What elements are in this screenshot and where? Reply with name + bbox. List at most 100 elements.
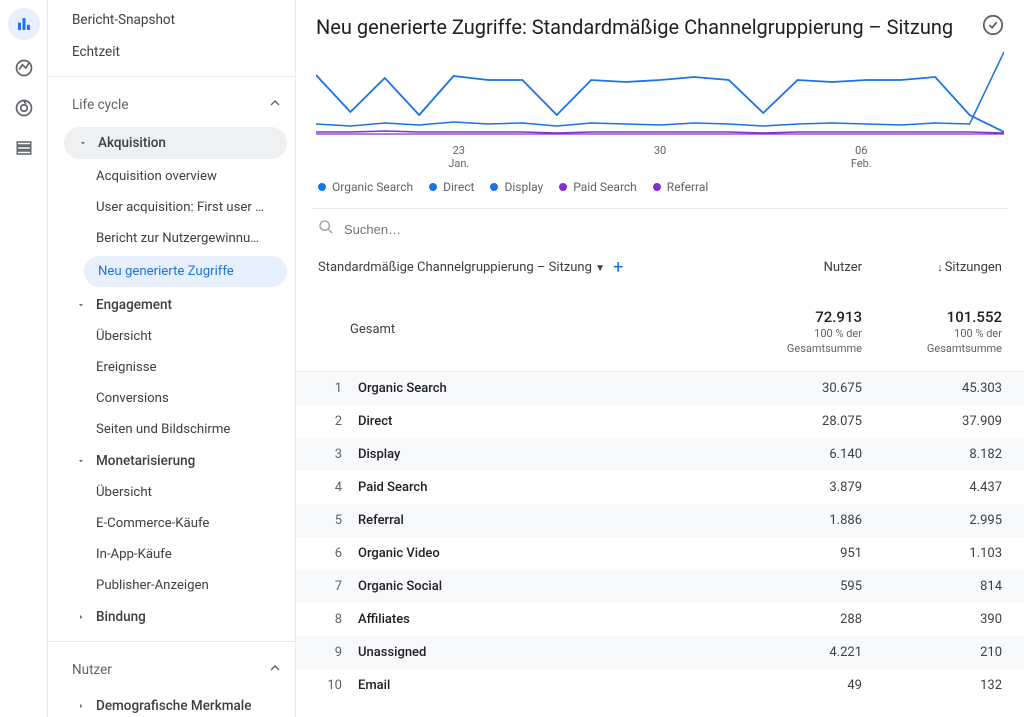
- sidebar-item[interactable]: Echtzeit: [48, 36, 295, 68]
- row-label: Direct: [358, 414, 722, 429]
- row-number: 6: [318, 546, 342, 561]
- table-row[interactable]: 10Email49132: [296, 669, 1024, 702]
- dimension-selector[interactable]: Standardmäßige Channelgruppierung – Sitz…: [318, 260, 605, 275]
- sidebar-group[interactable]: Akquisition: [64, 127, 287, 159]
- legend-item[interactable]: Organic Search: [318, 180, 413, 194]
- row-number: 5: [318, 513, 342, 528]
- table-row[interactable]: 5Referral1.8862.995: [296, 504, 1024, 537]
- row-users: 1.886: [722, 513, 862, 528]
- sidebar-group[interactable]: Bindung: [48, 601, 295, 633]
- reports-icon[interactable]: [8, 8, 40, 40]
- table-row[interactable]: 7Organic Social595814: [296, 570, 1024, 603]
- data-rows: 1Organic Search30.67545.3032Direct28.075…: [296, 372, 1024, 702]
- caret-right-icon: [76, 701, 86, 711]
- row-number: 2: [318, 414, 342, 429]
- chevron-up-icon: [267, 95, 283, 115]
- advertising-icon[interactable]: [12, 96, 36, 120]
- sidebar-group[interactable]: Demografische Merkmale: [48, 690, 295, 717]
- sidebar-group[interactable]: Monetarisierung: [48, 445, 295, 477]
- sidebar-group[interactable]: Engagement: [48, 289, 295, 321]
- table-row[interactable]: 1Organic Search30.67545.303: [296, 372, 1024, 405]
- chevron-up-icon: [267, 660, 283, 680]
- search-icon: [318, 219, 334, 239]
- row-sessions: 210: [862, 645, 1002, 660]
- row-users: 951: [722, 546, 862, 561]
- search-input[interactable]: [344, 222, 1002, 237]
- main-content: Neu generierte Zugriffe: Standardmäßige …: [296, 0, 1024, 717]
- row-sessions: 2.995: [862, 513, 1002, 528]
- x-tick: 30: [654, 144, 666, 170]
- totals-sessions: 101.552 100 % der Gesamtsumme: [862, 308, 1002, 357]
- legend-item[interactable]: Display: [490, 180, 543, 194]
- row-label: Display: [358, 447, 722, 462]
- row-number: 9: [318, 645, 342, 660]
- verified-icon[interactable]: [982, 14, 1004, 40]
- table-row[interactable]: 6 Organic Video9511.103: [296, 537, 1024, 570]
- row-sessions: 1.103: [862, 546, 1002, 561]
- row-label: Organic Social: [358, 579, 722, 594]
- caret-right-icon: [76, 612, 86, 622]
- chart: 23Jan.3006Feb.: [296, 50, 1024, 170]
- legend-item[interactable]: Referral: [653, 180, 709, 194]
- row-sessions: 814: [862, 579, 1002, 594]
- totals-users: 72.913 100 % der Gesamtsumme: [722, 308, 862, 357]
- legend-item[interactable]: Paid Search: [559, 180, 637, 194]
- caret-icon: [76, 300, 86, 310]
- sidebar-subitem[interactable]: Neu generierte Zugriffe: [84, 256, 287, 287]
- table-row[interactable]: 9 Unassigned4.221210: [296, 636, 1024, 669]
- sidebar-subitem[interactable]: User acquisition: First user …: [48, 192, 295, 223]
- legend-dot-icon: [653, 183, 661, 191]
- sidebar-subitem[interactable]: Ereignisse: [48, 352, 295, 383]
- table-row[interactable]: 8Affiliates288390: [296, 603, 1024, 636]
- explore-icon[interactable]: [12, 56, 36, 80]
- sidebar-section[interactable]: Nutzer: [48, 650, 295, 690]
- sidebar-subitem[interactable]: Übersicht: [48, 477, 295, 508]
- row-sessions: 37.909: [862, 414, 1002, 429]
- row-sessions: 45.303: [862, 381, 1002, 396]
- row-label: Organic Video: [358, 546, 722, 561]
- x-tick: 23Jan.: [448, 144, 469, 170]
- sidebar-subitem[interactable]: Acquisition overview: [48, 161, 295, 192]
- legend-item[interactable]: Direct: [429, 180, 474, 194]
- table-row[interactable]: 2 Direct28.07537.909: [296, 405, 1024, 438]
- sidebar-subitem[interactable]: In-App-Käufe: [48, 539, 295, 570]
- row-label: Unassigned: [358, 645, 722, 660]
- row-number: 4: [318, 480, 342, 495]
- row-number: 1: [318, 381, 342, 396]
- sidebar-item[interactable]: Bericht-Snapshot: [48, 4, 295, 36]
- column-users[interactable]: Nutzer: [722, 260, 862, 275]
- row-sessions: 390: [862, 612, 1002, 627]
- search-row: [296, 209, 1024, 249]
- page-title: Neu generierte Zugriffe: Standardmäßige …: [316, 15, 953, 39]
- sidebar-subitem[interactable]: Conversions: [48, 383, 295, 414]
- row-users: 4.221: [722, 645, 862, 660]
- sidebar-subitem[interactable]: Publisher-Anzeigen: [48, 570, 295, 601]
- sidebar-section[interactable]: Life cycle: [48, 85, 295, 125]
- row-label: Email: [358, 678, 722, 693]
- row-label: Organic Search: [358, 381, 722, 396]
- caret-icon: [78, 138, 88, 148]
- row-label: Paid Search: [358, 480, 722, 495]
- row-number: 8: [318, 612, 342, 627]
- table-row[interactable]: 4Paid Search3.8794.437: [296, 471, 1024, 504]
- legend-dot-icon: [318, 183, 326, 191]
- column-sessions[interactable]: ↓ Sitzungen: [862, 260, 1002, 275]
- icon-rail: [0, 0, 48, 717]
- row-users: 288: [722, 612, 862, 627]
- table-row[interactable]: 3 Display6.1408.182: [296, 438, 1024, 471]
- row-users: 595: [722, 579, 862, 594]
- sidebar-subitem[interactable]: Bericht zur Nutzergewinnu…: [48, 223, 295, 254]
- sidebar-subitem[interactable]: Seiten und Bildschirme: [48, 414, 295, 445]
- row-users: 49: [722, 678, 862, 693]
- sidebar: Bericht-SnapshotEchtzeit Life cycleAkquis…: [48, 0, 296, 717]
- row-sessions: 8.182: [862, 447, 1002, 462]
- add-dimension-button[interactable]: +: [613, 257, 623, 278]
- row-number: 10: [318, 678, 342, 693]
- sidebar-subitem[interactable]: Übersicht: [48, 321, 295, 352]
- legend-dot-icon: [490, 183, 498, 191]
- sidebar-subitem[interactable]: E-Commerce-Käufe: [48, 508, 295, 539]
- row-users: 6.140: [722, 447, 862, 462]
- row-users: 28.075: [722, 414, 862, 429]
- configure-icon[interactable]: [12, 136, 36, 160]
- row-number: 3: [318, 447, 342, 462]
